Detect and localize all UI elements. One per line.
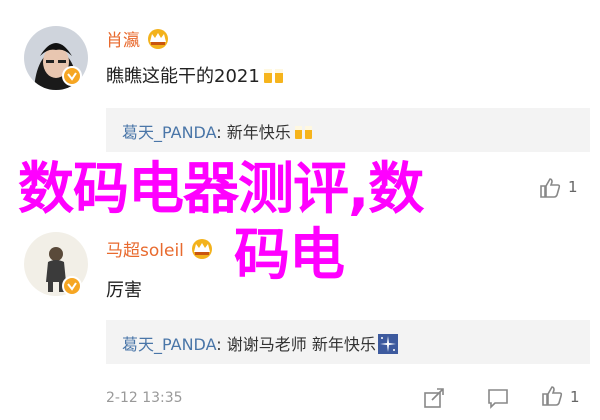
comment-icon[interactable] — [486, 386, 510, 414]
sparkle-emoji-icon — [377, 333, 398, 358]
watermark-overlay-line1: 数码电器测评,数 — [18, 157, 424, 222]
reply-text: 谢谢马老师 新年快乐 — [226, 335, 376, 354]
reply-text: 新年快乐 — [226, 123, 291, 142]
username-label[interactable]: 马超soleil — [106, 241, 184, 261]
timestamp: 2-12 13:35 — [106, 390, 183, 406]
crown-badge-icon — [188, 238, 216, 265]
share-icon[interactable] — [422, 386, 446, 414]
reply-box-comment2[interactable]: 葛天_PANDA: 谢谢马老师 新年快乐 — [106, 320, 590, 364]
beer-emoji-icon — [262, 65, 286, 90]
username-comment1[interactable]: 肖瀛 — [106, 26, 172, 55]
like-icon[interactable] — [540, 384, 564, 412]
comment2-text: 厉害 — [106, 280, 142, 301]
username-label[interactable]: 肖瀛 — [106, 31, 140, 51]
crown-badge-icon — [144, 28, 172, 55]
like-count: 1 — [568, 178, 578, 196]
reply-separator: : — [216, 123, 222, 142]
verified-badge-icon — [62, 276, 82, 296]
like-icon[interactable] — [538, 176, 562, 204]
comment1-body: 瞧瞧这能干的2021 — [106, 66, 260, 87]
reply-box-comment1[interactable]: 葛天_PANDA: 新年快乐 — [106, 108, 590, 152]
reply-line: 葛天_PANDA: 谢谢马老师 新年快乐 — [122, 331, 398, 358]
reply-line: 葛天_PANDA: 新年快乐 — [122, 119, 315, 145]
watermark-overlay-line2: 码电 — [234, 223, 345, 288]
verified-badge-icon — [62, 66, 82, 86]
reply-user-link[interactable]: 葛天_PANDA — [122, 335, 216, 354]
username-comment2[interactable]: 马超soleil — [106, 236, 216, 265]
beer-emoji-icon — [293, 123, 315, 145]
like-count: 1 — [570, 388, 580, 406]
comment1-text: 瞧瞧这能干的2021 — [106, 62, 286, 90]
reply-user-link[interactable]: 葛天_PANDA — [122, 123, 216, 142]
reply-separator: : — [216, 335, 222, 354]
